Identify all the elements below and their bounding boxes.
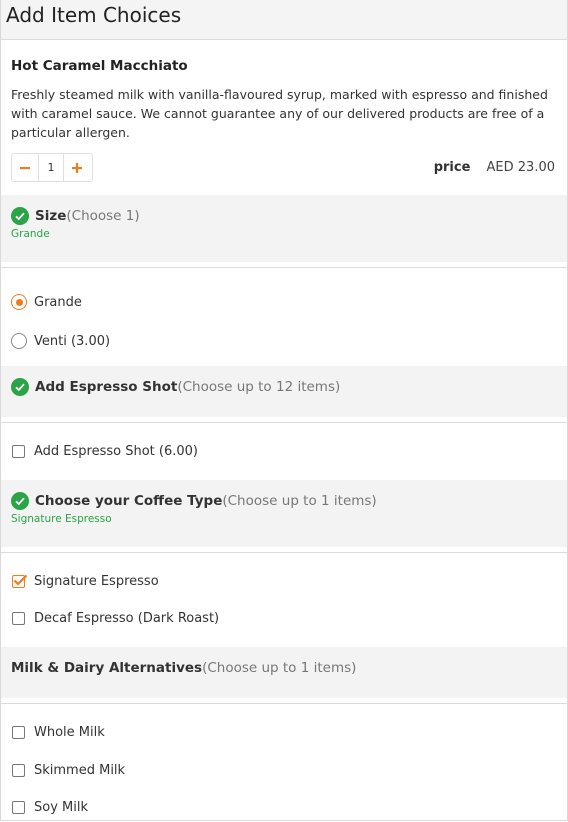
radio-icon[interactable] — [11, 333, 27, 349]
price-label: price — [433, 160, 471, 175]
group-title: Add Espresso Shot — [35, 379, 178, 395]
divider — [1, 422, 567, 423]
group-title: Choose your Coffee Type — [35, 493, 223, 509]
checkbox-icon[interactable] — [12, 801, 25, 814]
item-choices-dialog: Add Item Choices Hot Caramel Macchiato F… — [0, 0, 568, 821]
group-header-espresso-shot: Add Espresso Shot (Choose up to 12 items… — [1, 366, 567, 417]
divider — [1, 552, 567, 553]
group-title: Size — [35, 208, 67, 224]
option-soy-milk[interactable]: Soy Milk — [11, 800, 88, 815]
group-header-coffee-type: Choose your Coffee Type (Choose up to 1 … — [1, 480, 567, 547]
group-header-size: Size (Choose 1) Grande — [1, 195, 567, 262]
decrease-quantity-button[interactable] — [12, 154, 38, 181]
price-display: price AED 23.00 — [434, 160, 555, 175]
quantity-value[interactable]: 1 — [38, 154, 64, 181]
checkbox-icon[interactable] — [12, 445, 25, 458]
option-skimmed-milk[interactable]: Skimmed Milk — [11, 763, 125, 778]
group-selected-value: Grande — [11, 228, 50, 240]
plus-icon — [72, 162, 82, 173]
check-circle-icon — [11, 492, 29, 510]
dialog-title: Add Item Choices — [6, 2, 182, 27]
option-venti[interactable]: Venti (3.00) — [11, 333, 110, 349]
option-label: Add Espresso Shot (6.00) — [34, 444, 198, 459]
checkbox-checked-icon[interactable] — [12, 574, 28, 588]
option-label: Venti (3.00) — [34, 333, 111, 349]
price-value: AED 23.00 — [486, 160, 555, 175]
group-subtitle: (Choose up to 1 items) — [222, 493, 377, 509]
option-label: Soy Milk — [34, 800, 88, 815]
option-label: Decaf Espresso (Dark Roast) — [34, 611, 220, 626]
option-grande[interactable]: Grande — [11, 294, 82, 310]
option-label: Whole Milk — [34, 725, 105, 740]
minus-icon — [20, 166, 30, 169]
dialog-header: Add Item Choices — [1, 0, 567, 40]
radio-selected-icon[interactable] — [11, 294, 27, 310]
option-label: Grande — [34, 294, 82, 310]
divider — [1, 703, 567, 704]
item-name: Hot Caramel Macchiato — [11, 58, 188, 74]
check-circle-icon — [11, 378, 29, 396]
group-subtitle: (Choose 1) — [66, 208, 140, 224]
group-selected-value: Signature Espresso — [11, 513, 112, 525]
option-add-espresso-shot[interactable]: Add Espresso Shot (6.00) — [11, 444, 198, 459]
option-signature-espresso[interactable]: Signature Espresso — [11, 574, 159, 589]
quantity-stepper: 1 — [11, 153, 93, 182]
check-circle-icon — [11, 207, 29, 225]
option-whole-milk[interactable]: Whole Milk — [11, 725, 105, 740]
group-subtitle: (Choose up to 1 items) — [202, 660, 357, 676]
option-decaf-espresso[interactable]: Decaf Espresso (Dark Roast) — [11, 611, 219, 626]
checkbox-icon[interactable] — [12, 612, 25, 625]
increase-quantity-button[interactable] — [64, 154, 90, 181]
checkbox-icon[interactable] — [12, 726, 25, 739]
item-description: Freshly steamed milk with vanilla-flavou… — [11, 87, 548, 140]
checkbox-icon[interactable] — [12, 764, 25, 777]
item-details: Hot Caramel Macchiato Freshly steamed mi… — [1, 40, 567, 182]
group-subtitle: (Choose up to 12 items) — [177, 379, 341, 395]
option-label: Signature Espresso — [34, 574, 159, 589]
quantity-price-row: 1 price AED 23.00 — [11, 153, 557, 182]
option-label: Skimmed Milk — [34, 763, 126, 778]
divider — [1, 267, 567, 268]
group-title: Milk & Dairy Alternatives — [11, 660, 203, 676]
group-header-milk: Milk & Dairy Alternatives (Choose up to … — [1, 647, 567, 698]
